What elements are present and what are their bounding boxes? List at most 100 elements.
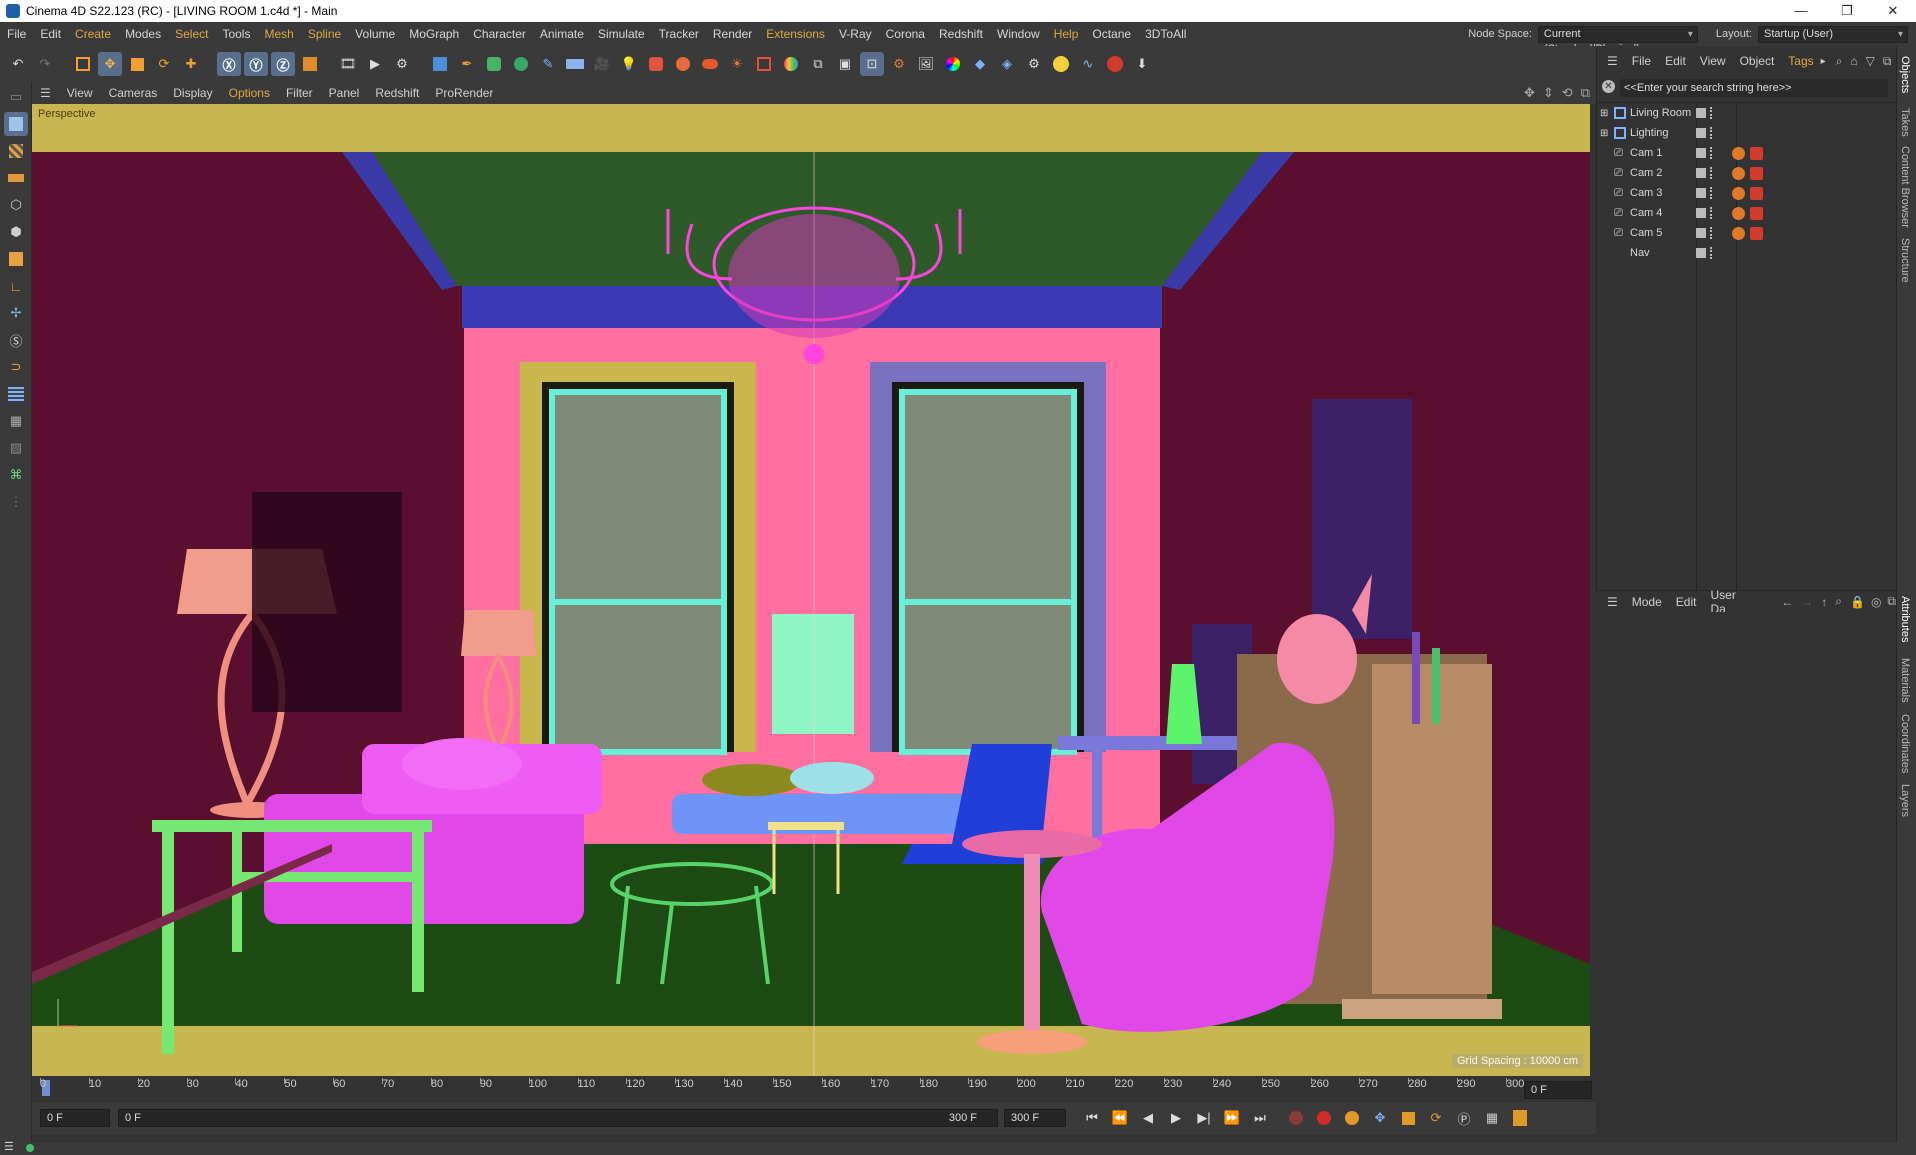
coordinate-system-icon[interactable]	[298, 52, 322, 76]
next-key-icon[interactable]: ⏩	[1220, 1106, 1244, 1130]
render-tag-icon[interactable]	[1750, 206, 1763, 220]
object-name[interactable]: Nav	[1630, 247, 1650, 259]
objects-menu-file[interactable]: File	[1625, 54, 1658, 68]
menu-window[interactable]: Window	[990, 27, 1047, 41]
rotate-tool-icon[interactable]: ⟳	[152, 52, 176, 76]
back-arrow-icon[interactable]: ←	[1781, 595, 1793, 609]
transform-tool-icon[interactable]: ✚	[179, 52, 203, 76]
menu-simulate[interactable]: Simulate	[591, 27, 652, 41]
object-name[interactable]: Living Room	[1630, 107, 1691, 119]
minimize-button[interactable]: —	[1778, 0, 1824, 22]
viewport-menu-redshift[interactable]: Redshift	[367, 86, 427, 100]
object-row-cam-1[interactable]: ⎚ Cam 1	[1596, 143, 1896, 163]
protection-tag-icon[interactable]	[1732, 186, 1745, 200]
stereo-icon[interactable]: ⌘	[4, 463, 28, 487]
viewport-menu-toggle-icon[interactable]: ☰	[32, 86, 59, 100]
node-space-select[interactable]: Current (Standard/Physical)	[1537, 25, 1698, 55]
menu-spline[interactable]: Spline	[301, 27, 348, 41]
workplane-icon[interactable]	[4, 166, 28, 190]
visibility-dots-icon[interactable]	[1710, 127, 1715, 139]
previous-frame-icon[interactable]: ◀	[1136, 1106, 1160, 1130]
start-frame-field[interactable]: 0 F	[40, 1109, 110, 1127]
viewport-menu-view[interactable]: View	[59, 86, 101, 100]
move-tool-icon[interactable]: ✥	[98, 52, 122, 76]
current-frame-field[interactable]: 0 F	[1524, 1081, 1592, 1099]
texture-mode-icon[interactable]	[4, 139, 28, 163]
autokey-icon[interactable]	[1312, 1106, 1336, 1130]
plugin-wave-icon[interactable]: ∿	[1076, 52, 1100, 76]
redshift-sky-icon[interactable]	[698, 52, 722, 76]
viewport-menu-options[interactable]: Options	[221, 86, 278, 100]
menu-animate[interactable]: Animate	[533, 27, 591, 41]
objects-new-window-icon[interactable]: ⧉	[1883, 54, 1892, 69]
download-icon[interactable]: ⬇	[1130, 52, 1154, 76]
attributes-search-icon[interactable]: ⌕	[1835, 594, 1842, 609]
timeline-window-icon[interactable]	[1508, 1106, 1532, 1130]
redo-icon[interactable]: ↷	[33, 52, 57, 76]
protection-tag-icon[interactable]	[1732, 226, 1745, 240]
menu-help[interactable]: Help	[1047, 27, 1086, 41]
menu-select[interactable]: Select	[168, 27, 215, 41]
visibility-dots-icon[interactable]	[1710, 107, 1715, 119]
tab-attributes[interactable]: Attributes	[1899, 596, 1911, 642]
menu-tools[interactable]: Tools	[215, 27, 257, 41]
objects-menu-edit[interactable]: Edit	[1658, 54, 1693, 68]
menu-redshift[interactable]: Redshift	[932, 27, 990, 41]
menu-modes[interactable]: Modes	[118, 27, 168, 41]
picture-viewer-icon[interactable]: ⧉	[806, 52, 830, 76]
objects-home-icon[interactable]: ⌂	[1850, 54, 1857, 68]
camera-icon[interactable]: 🎥	[590, 52, 614, 76]
plugin-red-icon[interactable]	[1103, 52, 1127, 76]
object-name[interactable]: Cam 4	[1630, 207, 1662, 219]
close-button[interactable]: ✕	[1870, 0, 1916, 22]
light-icon[interactable]: 💡	[617, 52, 641, 76]
render-view-icon[interactable]: 🎞	[336, 52, 360, 76]
menu-edit[interactable]: Edit	[33, 27, 68, 41]
layer-visibility-icon[interactable]	[1696, 228, 1706, 238]
viewport-menu-cameras[interactable]: Cameras	[101, 86, 166, 100]
preview-range-slider[interactable]: 0 F 300 F	[118, 1109, 998, 1127]
next-frame-icon[interactable]: ▶|	[1192, 1106, 1216, 1130]
key-parameter-icon[interactable]: Ⓟ	[1452, 1106, 1476, 1130]
menu-character[interactable]: Character	[466, 27, 533, 41]
y-axis-lock-icon[interactable]: Ⓨ	[244, 52, 268, 76]
z-axis-lock-icon[interactable]: Ⓩ	[271, 52, 295, 76]
object-row-nav[interactable]: Nav	[1596, 243, 1896, 263]
cube-icon[interactable]	[428, 52, 452, 76]
status-menu-icon[interactable]: ☰	[4, 1140, 14, 1153]
protection-tag-icon[interactable]	[1732, 166, 1745, 180]
layer-visibility-icon[interactable]	[1696, 108, 1706, 118]
menu-extensions[interactable]: Extensions	[759, 27, 832, 41]
axis-mode-icon[interactable]: ∟	[4, 274, 28, 298]
object-name[interactable]: Cam 3	[1630, 187, 1662, 199]
material-icon[interactable]	[779, 52, 803, 76]
viewport-menu-filter[interactable]: Filter	[278, 86, 321, 100]
attributes-menu-edit[interactable]: Edit	[1669, 595, 1704, 609]
viewport-menu-panel[interactable]: Panel	[321, 86, 368, 100]
attributes-menu-mode[interactable]: Mode	[1625, 595, 1669, 609]
octane-render-icon[interactable]: ⊡	[860, 52, 884, 76]
visibility-dots-icon[interactable]	[1710, 227, 1715, 239]
render-picture-viewer-icon[interactable]: ▶	[363, 52, 387, 76]
pen-spline-icon[interactable]: ✒	[455, 52, 479, 76]
layout-select[interactable]: Startup (User)	[1758, 25, 1908, 43]
keyframe-selection-icon[interactable]	[1340, 1106, 1364, 1130]
objects-search-input[interactable]	[1620, 79, 1888, 97]
layer-visibility-icon[interactable]	[1696, 208, 1706, 218]
expand-icon[interactable]: ⊞	[1600, 128, 1608, 139]
attributes-menu-toggle-icon[interactable]: ☰	[1600, 595, 1625, 609]
menu-tracker[interactable]: Tracker	[652, 27, 706, 41]
viewport-rotate-icon[interactable]: ⟲	[1562, 85, 1573, 101]
viewport-camera-label[interactable]: Perspective	[34, 107, 100, 121]
protection-tag-icon[interactable]	[1732, 206, 1745, 220]
lock-icon[interactable]: 🔒	[1850, 595, 1865, 609]
attributes-new-window-icon[interactable]: ⧉	[1887, 594, 1896, 609]
menu-file[interactable]: File	[0, 27, 33, 41]
snapping-icon[interactable]: Ⓢ	[4, 328, 28, 352]
objects-search-icon[interactable]: ⌕	[1836, 54, 1843, 69]
object-row-cam-2[interactable]: ⎚ Cam 2	[1596, 163, 1896, 183]
end-frame-field[interactable]: 300 F	[1004, 1109, 1066, 1127]
layers-icon[interactable]: ◆	[968, 52, 992, 76]
layer-visibility-icon[interactable]	[1696, 248, 1706, 258]
redshift-sun-icon[interactable]: ☀	[725, 52, 749, 76]
